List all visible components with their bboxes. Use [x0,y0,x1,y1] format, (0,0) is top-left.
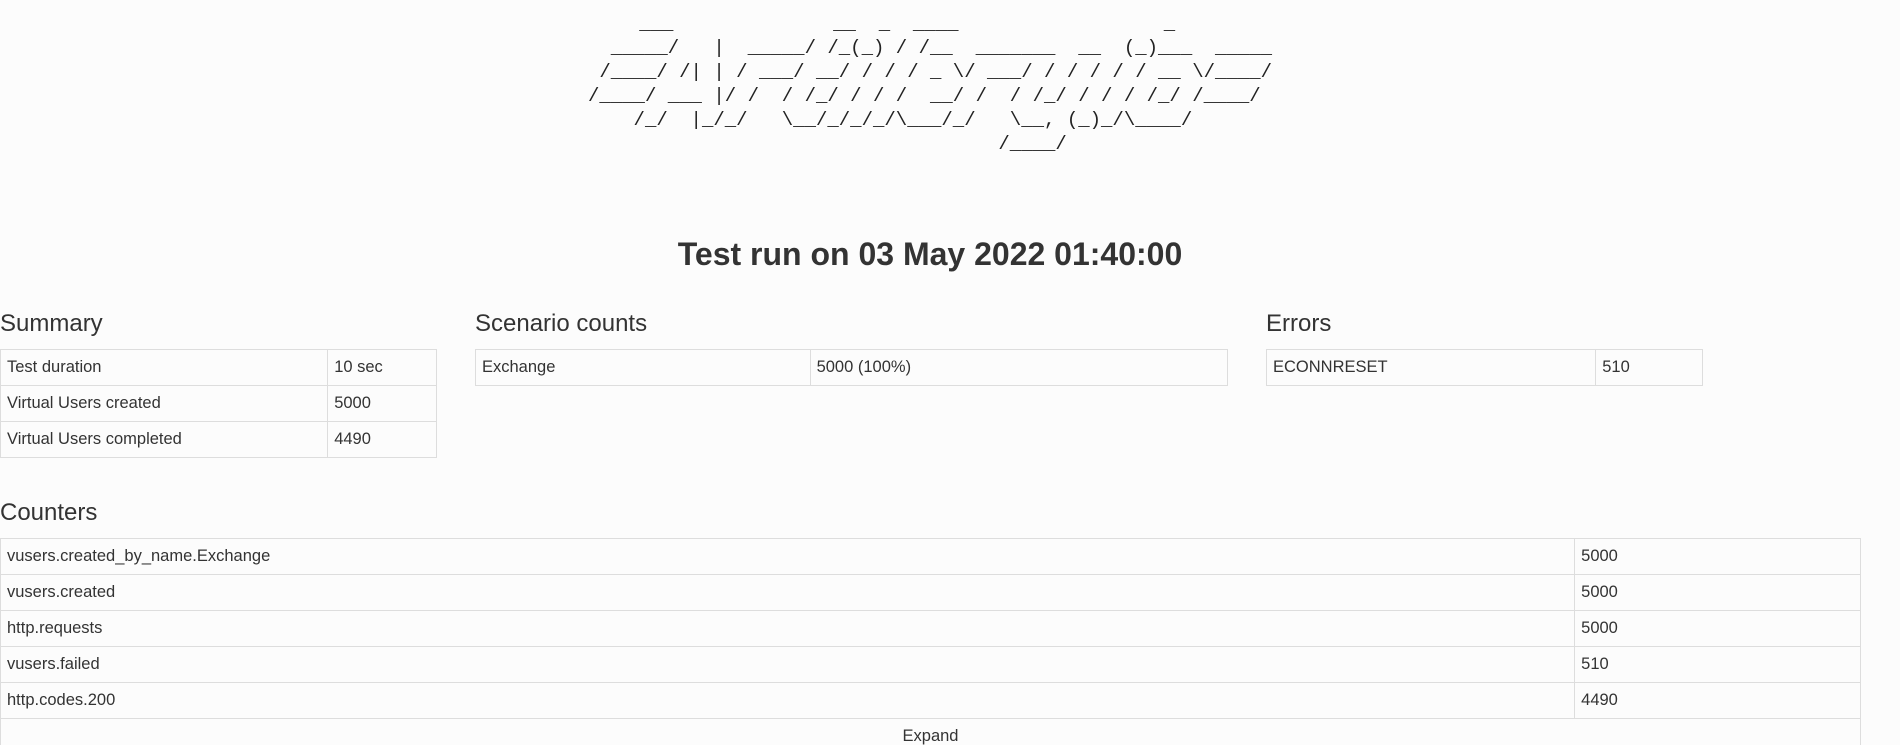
counter-label: http.codes.200 [0,682,1576,719]
counter-label: vusers.created [0,574,1576,611]
counter-value: 510 [1574,646,1861,683]
table-row: Virtual Users completed 4490 [0,421,437,458]
logo-line: /____/ ___ |/ / / /_/ / / / __/ / / /_/ … [587,85,1273,107]
table-row: vusers.created 5000 [0,574,1861,611]
summary-label: Virtual Users created [0,385,329,422]
report-page: ___ __ _ ____ _ _____/ | _____/ /_(_) / … [0,0,1900,745]
counter-value: 4490 [1574,682,1861,719]
table-row: vusers.created_by_name.Exchange 5000 [0,538,1861,575]
counter-label: vusers.failed [0,646,1576,683]
counter-label: vusers.created_by_name.Exchange [0,538,1576,575]
report-title: Test run on 03 May 2022 01:40:00 [677,236,1183,272]
logo-line: ___ __ _ ____ _ [605,13,1255,35]
summary-table: Test duration 10 sec Virtual Users creat… [0,349,437,458]
summary-heading: Summary [0,310,103,337]
artillery-ascii-logo: ___ __ _ ____ _ _____/ | _____/ /_(_) / … [0,12,1860,156]
scenario-label: Exchange [475,349,811,386]
counter-label: http.requests [0,610,1576,647]
table-row: Test duration 10 sec [0,349,437,386]
error-label: ECONNRESET [1265,349,1597,386]
table-row: ECONNRESET 510 [1265,349,1703,386]
table-row: vusers.failed 510 [0,646,1861,683]
summary-value: 4490 [327,421,437,458]
counter-value: 5000 [1574,610,1861,647]
summary-label: Virtual Users completed [0,421,329,458]
table-row: http.requests 5000 [0,610,1861,647]
errors-table: ECONNRESET 510 [1265,349,1703,386]
summary-value: 10 sec [327,349,437,386]
table-row: Expand [0,718,1861,745]
logo-line: /____/ [587,133,1273,155]
table-row: Virtual Users created 5000 [0,385,437,422]
expand-link[interactable]: Expand [0,718,1861,745]
counter-value: 5000 [1574,538,1861,575]
logo-line: _____/ | _____/ /_(_) / /__ _______ __ (… [587,37,1273,59]
table-row: http.codes.200 4490 [0,682,1861,719]
logo-line: /____/ /| | / ___/ __/ / / / _ \/ ___/ /… [587,61,1273,83]
errors-heading: Errors [1266,310,1332,337]
counter-value: 5000 [1574,574,1861,611]
summary-label: Test duration [0,349,329,386]
counters-table: vusers.created_by_name.Exchange 5000 vus… [0,538,1861,745]
logo-line: /_/ |_/_/ \__/_/_/_/\___/_/ \__, (_)_/\_… [587,109,1273,131]
error-value: 510 [1595,349,1703,386]
scenario-value: 5000 (100%) [809,349,1229,386]
table-row: Exchange 5000 (100%) [475,349,1229,386]
summary-value: 5000 [327,385,437,422]
scenario-counts-heading: Scenario counts [475,310,648,337]
counters-heading: Counters [0,499,98,526]
scenario-counts-table: Exchange 5000 (100%) [475,349,1229,386]
